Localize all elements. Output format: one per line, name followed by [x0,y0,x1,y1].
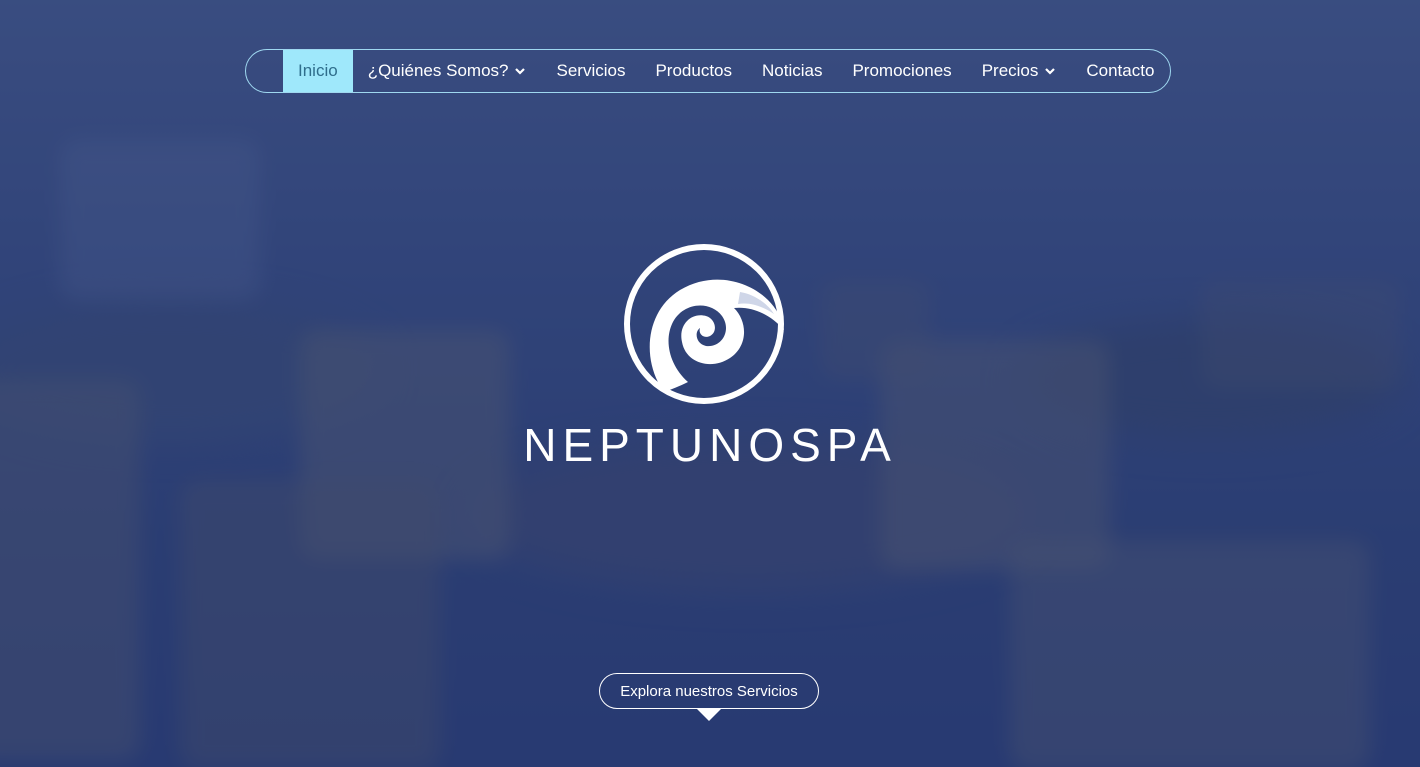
nav-item-label: Productos [655,61,732,80]
nav-item-noticias[interactable]: Noticias [747,50,837,92]
nav-item-label: Contacto [1086,61,1155,80]
nav-item-promociones[interactable]: Promociones [837,50,966,92]
nav-item-precios[interactable]: Precios [967,50,1072,92]
nav-item-servicios[interactable]: Servicios [541,50,640,92]
nav-item-label: Noticias [762,61,823,80]
nav-item-inicio[interactable]: Inicio [283,50,353,92]
wave-circle-logo-icon [624,244,784,404]
nav-item-label: Inicio [298,61,338,80]
nav-item-label: Servicios [556,61,626,80]
nav-item-label: Precios [981,61,1039,80]
nav-item-quienes-somos[interactable]: ¿Quiénes Somos? [353,50,542,92]
down-arrow-icon [697,709,721,721]
chevron-down-icon [1045,68,1056,75]
explore-services-button[interactable]: Explora nuestros Servicios [599,673,819,709]
main-navigation: Inicio ¿Quiénes Somos? Servicios Product… [245,49,1171,93]
chevron-down-icon [515,68,526,75]
nav-item-label: ¿Quiénes Somos? [367,61,509,80]
nav-item-productos[interactable]: Productos [640,50,747,92]
brand-name: NEPTUNOSPA [523,419,897,471]
nav-item-label: Promociones [852,61,952,80]
cta-label: Explora nuestros Servicios [620,682,798,700]
nav-item-contacto[interactable]: Contacto [1071,50,1169,92]
